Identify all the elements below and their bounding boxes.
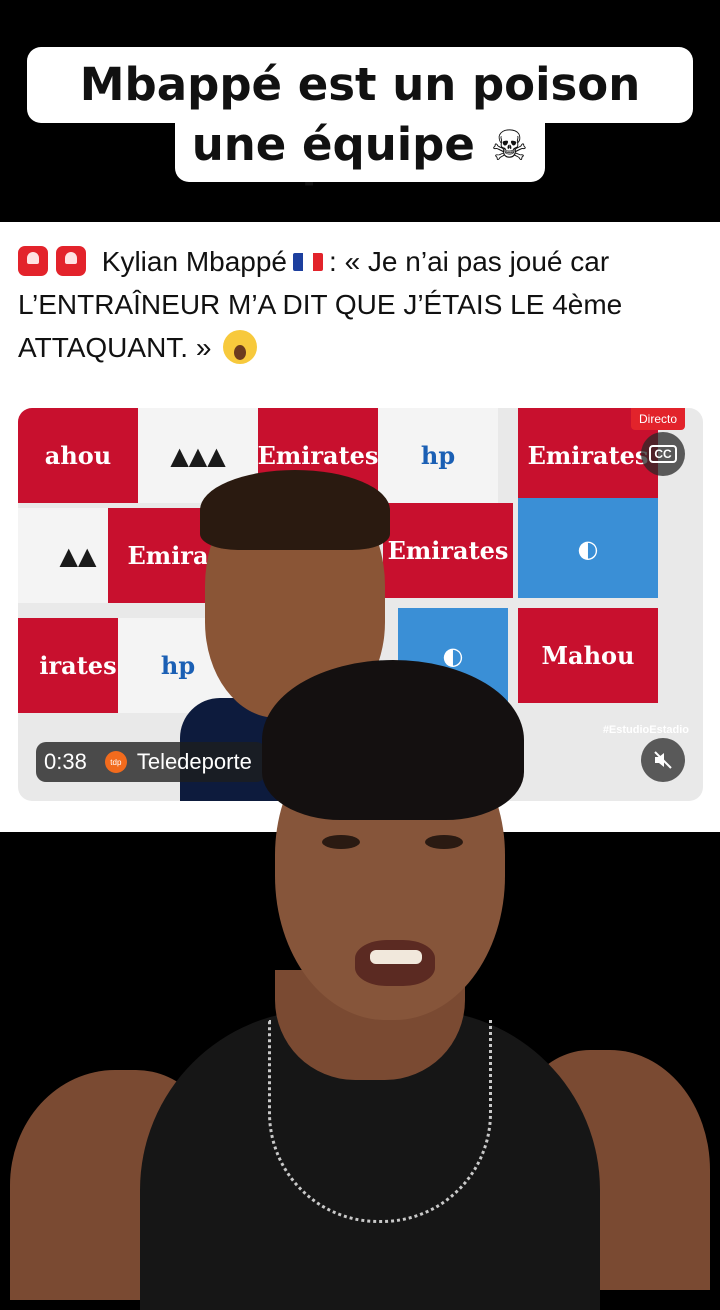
teeth bbox=[370, 950, 422, 964]
tweet-text-name: Kylian Mbappé bbox=[101, 246, 288, 277]
bmw-logo-icon: ◐ bbox=[518, 498, 658, 598]
siren-icon bbox=[18, 246, 48, 276]
cc-icon: CC bbox=[649, 445, 677, 463]
reaction-creator bbox=[0, 650, 720, 1310]
caption-overlay: Mbappé est un poison pour une équipe ☠ bbox=[0, 0, 720, 222]
hair bbox=[200, 470, 390, 550]
tweet-text: Kylian Mbappé: « Je n’ai pas joué car L’… bbox=[18, 240, 708, 369]
hair bbox=[262, 660, 524, 820]
france-flag-icon bbox=[293, 253, 324, 271]
caption-line-2: une équipe ☠ bbox=[175, 116, 545, 182]
sponsor-tile: ahou bbox=[18, 408, 138, 503]
left-eye bbox=[322, 835, 360, 849]
live-badge: Directo bbox=[630, 408, 685, 430]
siren-icon bbox=[56, 246, 86, 276]
screaming-face-icon bbox=[223, 330, 258, 364]
caption-line-1: Mbappé est un poison pour bbox=[27, 47, 693, 187]
skull-crossbones-icon: ☠ bbox=[490, 121, 529, 170]
caption-line-2-text: une équipe bbox=[191, 118, 475, 171]
closed-captions-button[interactable]: CC bbox=[641, 432, 685, 476]
right-eye bbox=[425, 835, 463, 849]
